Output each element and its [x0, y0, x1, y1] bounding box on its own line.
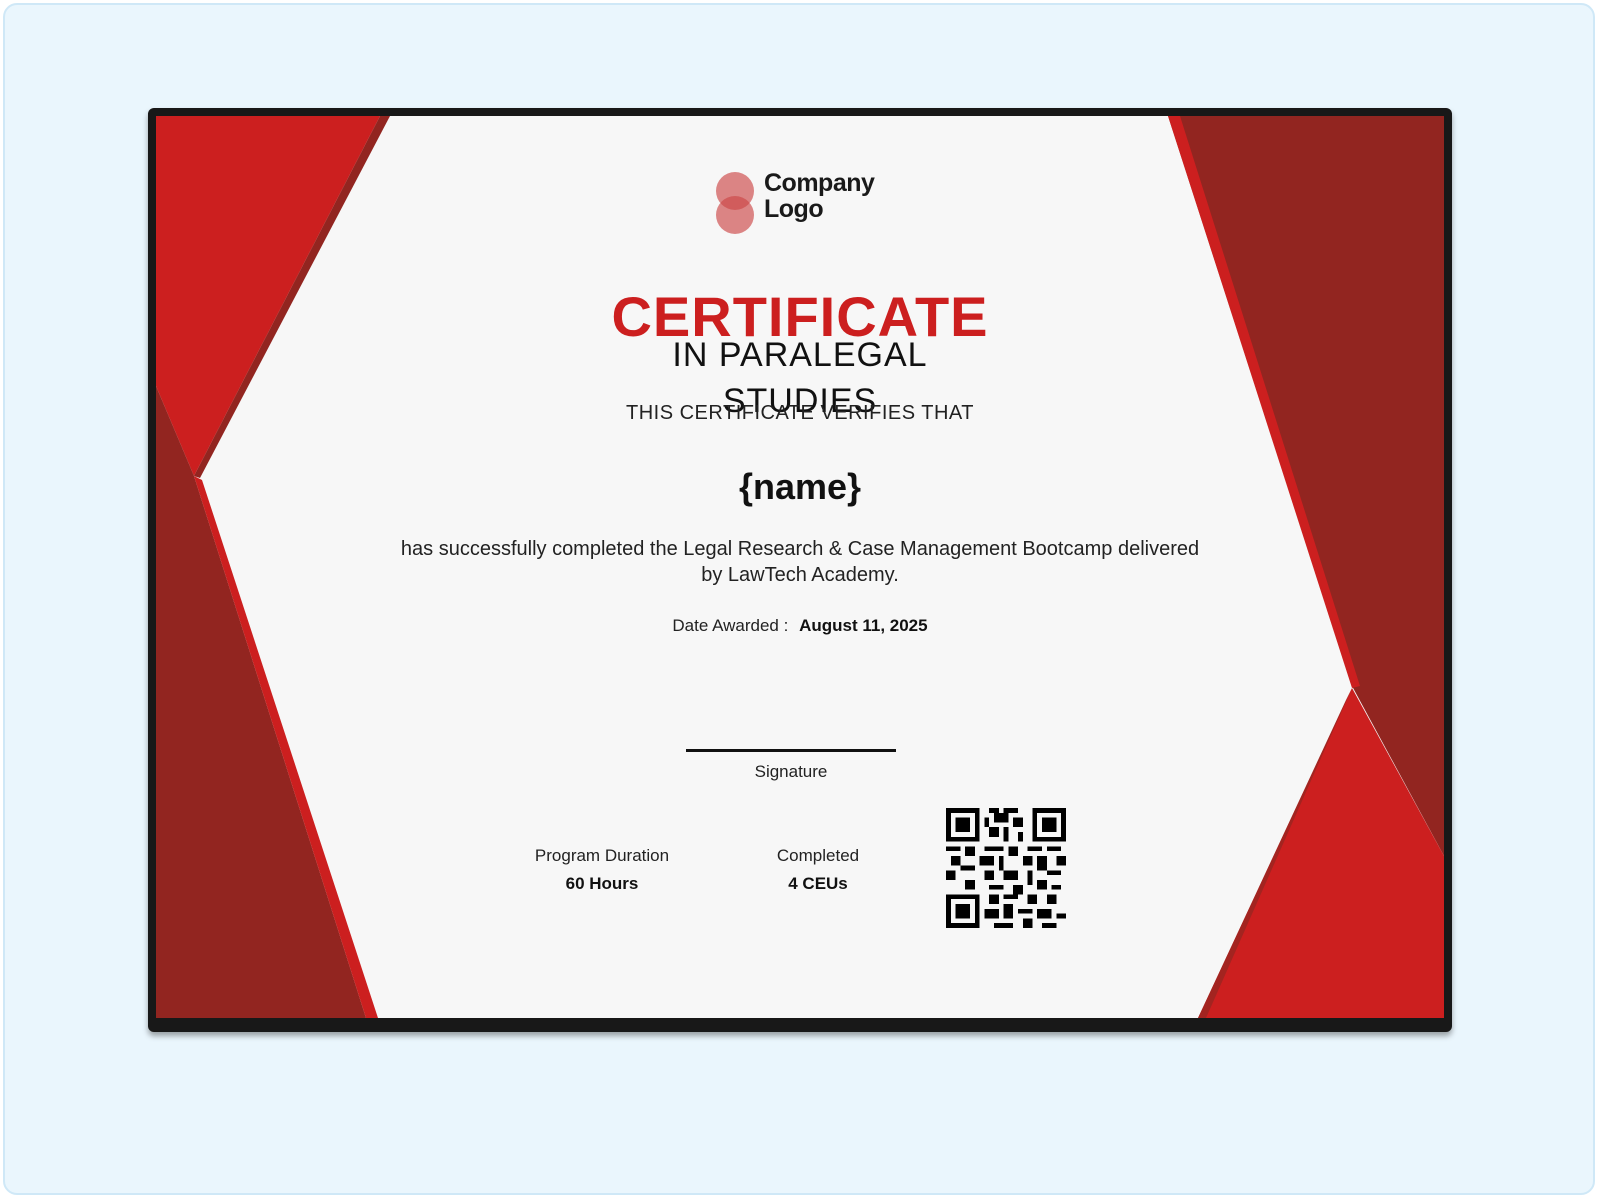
program-duration-value: 60 Hours — [565, 874, 639, 893]
certificate-content: Company Logo CERTIFICATE IN PARALEGAL ST… — [156, 116, 1444, 1018]
recipient-name: {name} — [738, 466, 862, 507]
completed-label: Completed — [776, 846, 860, 865]
logo-circle-bottom — [716, 196, 754, 234]
company-logo: Company Logo — [716, 168, 896, 238]
completion-description: has successfully completed the Legal Res… — [400, 538, 1200, 586]
certificate: Company Logo CERTIFICATE IN PARALEGAL ST… — [156, 116, 1444, 1018]
logo-text: Company Logo — [764, 169, 875, 223]
verifies-text: THIS CERTIFICATE VERIFIES THAT — [626, 402, 974, 424]
date-label: Date Awarded : — [672, 616, 789, 635]
program-duration: Program Duration 60 Hours — [502, 846, 702, 894]
qr-code-icon — [946, 808, 1066, 928]
program-duration-label: Program Duration — [534, 846, 670, 865]
completed-value: 4 CEUs — [788, 874, 848, 893]
date-awarded: Date Awarded : August 11, 2025 — [156, 616, 1444, 636]
completed-ceus: Completed 4 CEUs — [718, 846, 918, 894]
certificate-subtitle-line1: IN PARALEGAL — [672, 336, 928, 374]
date-value: August 11, 2025 — [799, 616, 928, 635]
signature-line — [686, 749, 896, 752]
signature-label: Signature — [754, 762, 828, 781]
